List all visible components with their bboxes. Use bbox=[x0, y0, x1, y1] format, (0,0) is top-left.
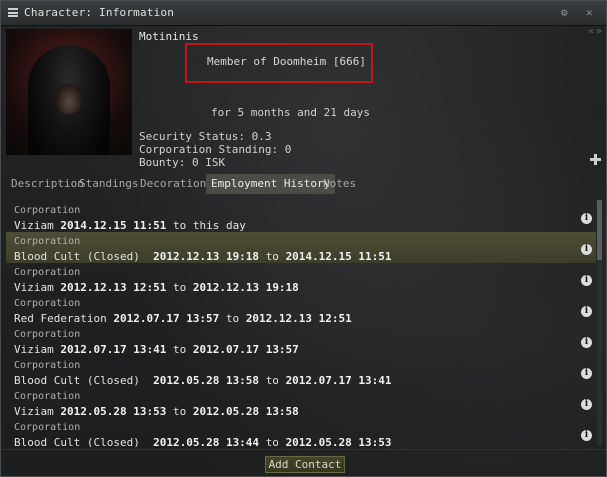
employment-row[interactable]: Corporation Blood Cult (Closed) 2012.05.2… bbox=[6, 356, 596, 387]
plus-icon[interactable] bbox=[590, 154, 601, 165]
start-date: 2012.12.13 19:18 bbox=[153, 250, 260, 263]
corporation-name: Blood Cult (Closed) bbox=[14, 250, 140, 263]
gear-icon[interactable]: ⚙ bbox=[561, 6, 568, 19]
character-portrait bbox=[6, 29, 132, 155]
corporation-name: Viziam bbox=[14, 219, 54, 232]
employment-entry: Blood Cult (Closed) 2012.05.28 13:44 to … bbox=[14, 436, 392, 447]
character-info-window: Character: Information ⚙ ✕ « » Motininis… bbox=[0, 0, 607, 477]
start-date: 2012.07.17 13:57 bbox=[113, 312, 220, 325]
info-icon[interactable]: i bbox=[581, 430, 592, 441]
menu-icon[interactable] bbox=[8, 8, 18, 17]
employment-row[interactable]: Corporation Viziam 2012.05.28 13:53 to 20… bbox=[6, 387, 596, 418]
date-separator: to bbox=[265, 436, 279, 447]
row-label: Corporation bbox=[14, 205, 81, 216]
date-separator: to bbox=[172, 219, 187, 232]
end-date: 2014.12.15 11:51 bbox=[285, 250, 392, 263]
tab-bar: Description Standings Decorations Employ… bbox=[6, 174, 602, 194]
employment-entry: Blood Cult (Closed) 2012.05.28 13:58 to … bbox=[14, 374, 392, 387]
date-separator: to bbox=[265, 250, 279, 263]
info-icon[interactable]: i bbox=[581, 337, 592, 348]
window-title: Character: Information bbox=[24, 6, 175, 19]
scrollbar-thumb[interactable] bbox=[597, 200, 602, 260]
start-date: 2012.07.17 13:41 bbox=[60, 343, 167, 356]
portrait-face bbox=[56, 84, 82, 114]
employment-entry: Blood Cult (Closed) 2012.12.13 19:18 to … bbox=[14, 250, 392, 263]
end-date: this day bbox=[192, 219, 246, 232]
end-date: 2012.07.17 13:57 bbox=[192, 343, 299, 356]
info-icon[interactable]: i bbox=[581, 213, 592, 224]
date-separator: to bbox=[265, 374, 279, 387]
row-label: Corporation bbox=[14, 329, 81, 340]
add-contact-button[interactable]: Add Contact bbox=[265, 456, 345, 473]
info-icon[interactable]: i bbox=[581, 368, 592, 379]
info-icon[interactable]: i bbox=[581, 275, 592, 286]
tab-standings[interactable]: Standings bbox=[74, 174, 144, 194]
end-date: 2012.07.17 13:41 bbox=[285, 374, 392, 387]
bounty: Bounty: 0 ISK bbox=[139, 156, 226, 169]
employment-row[interactable]: Corporation Blood Cult (Closed) 2012.05.2… bbox=[6, 418, 596, 447]
end-date: 2012.12.13 12:51 bbox=[245, 312, 352, 325]
scrollbar[interactable] bbox=[597, 200, 602, 446]
row-label: Corporation bbox=[14, 422, 81, 433]
employment-row[interactable]: Corporation Viziam 2012.07.17 13:41 to 20… bbox=[6, 325, 596, 356]
employment-entry: Red Federation 2012.07.17 13:57 to 2012.… bbox=[14, 312, 352, 325]
date-separator: to bbox=[172, 405, 187, 418]
start-date: 2014.12.15 11:51 bbox=[60, 219, 167, 232]
security-status: Security Status: 0.3 bbox=[139, 130, 272, 143]
start-date: 2012.12.13 12:51 bbox=[60, 281, 167, 294]
close-icon[interactable]: ✕ bbox=[586, 6, 593, 19]
membership-text[interactable]: Member of Doomheim [666] bbox=[207, 55, 366, 68]
tab-employment-history[interactable]: Employment History bbox=[206, 174, 336, 194]
info-icon[interactable]: i bbox=[581, 399, 592, 410]
corporation-name: Viziam bbox=[14, 343, 54, 356]
membership-duration: for 5 months and 21 days bbox=[211, 106, 370, 119]
date-separator: to bbox=[225, 312, 240, 325]
start-date: 2012.05.28 13:53 bbox=[60, 405, 167, 418]
row-label: Corporation bbox=[14, 236, 81, 247]
date-separator: to bbox=[172, 343, 187, 356]
character-name[interactable]: Motininis bbox=[139, 30, 199, 43]
tab-notes[interactable]: Notes bbox=[318, 174, 361, 194]
employment-row[interactable]: Corporation Blood Cult (Closed) 2012.12.1… bbox=[6, 232, 596, 263]
employment-entry: Viziam 2014.12.15 11:51 to this day bbox=[14, 219, 246, 232]
employment-entry: Viziam 2012.12.13 12:51 to 2012.12.13 19… bbox=[14, 281, 299, 294]
title-bar[interactable]: Character: Information ⚙ ✕ bbox=[1, 1, 606, 26]
row-label: Corporation bbox=[14, 360, 81, 371]
end-date: 2012.05.28 13:53 bbox=[285, 436, 392, 447]
date-separator: to bbox=[172, 281, 187, 294]
employment-row[interactable]: Corporation Red Federation 2012.07.17 13:… bbox=[6, 294, 596, 325]
double-chevron-icon[interactable]: « » bbox=[588, 26, 602, 37]
employment-row[interactable]: Corporation Viziam 2014.12.15 11:51 to th… bbox=[6, 201, 596, 232]
corporation-name: Blood Cult (Closed) bbox=[14, 436, 140, 447]
info-icon[interactable]: i bbox=[581, 306, 592, 317]
corporation-name: Blood Cult (Closed) bbox=[14, 374, 140, 387]
start-date: 2012.05.28 13:58 bbox=[153, 374, 260, 387]
corporation-standing: Corporation Standing: 0 bbox=[139, 143, 292, 156]
employment-entry: Viziam 2012.07.17 13:41 to 2012.07.17 13… bbox=[14, 343, 299, 356]
employment-row[interactable]: Corporation Viziam 2012.12.13 12:51 to 20… bbox=[6, 263, 596, 294]
row-label: Corporation bbox=[14, 298, 81, 309]
corporation-name: Viziam bbox=[14, 281, 54, 294]
employment-history-list[interactable]: Corporation Viziam 2014.12.15 11:51 to th… bbox=[6, 198, 596, 447]
corporation-name: Red Federation bbox=[14, 312, 107, 325]
employment-entry: Viziam 2012.05.28 13:53 to 2012.05.28 13… bbox=[14, 405, 299, 418]
info-icon[interactable]: i bbox=[581, 244, 592, 255]
corporation-name: Viziam bbox=[14, 405, 54, 418]
row-label: Corporation bbox=[14, 267, 81, 278]
end-date: 2012.05.28 13:58 bbox=[192, 405, 299, 418]
row-label: Corporation bbox=[14, 391, 81, 402]
start-date: 2012.05.28 13:44 bbox=[153, 436, 260, 447]
end-date: 2012.12.13 19:18 bbox=[192, 281, 299, 294]
